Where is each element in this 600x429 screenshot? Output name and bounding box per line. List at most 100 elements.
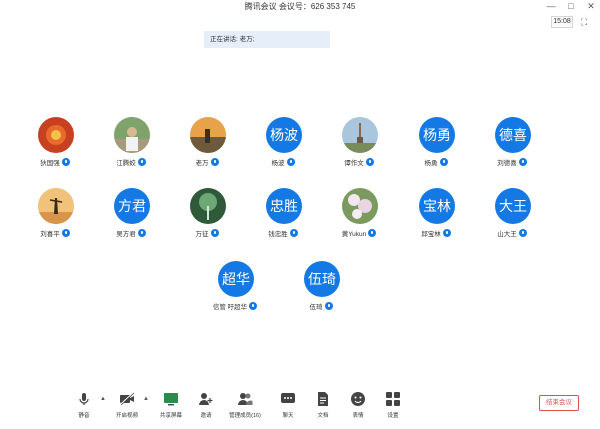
- participant-name: 杨波: [271, 160, 285, 167]
- maximize-icon[interactable]: □: [566, 0, 576, 13]
- participant-name-row: 信管 吁超华: [200, 301, 270, 311]
- avatar: 杨勇: [419, 117, 455, 153]
- participant-tile[interactable]: 万征: [172, 188, 242, 242]
- participant-tile[interactable]: 宝林 邱宝林: [401, 188, 471, 242]
- participant-tile[interactable]: 狄国强: [20, 117, 90, 171]
- microphone-icon: [249, 302, 258, 311]
- close-icon[interactable]: ✕: [586, 0, 596, 13]
- participant-tile[interactable]: 杨波 杨波: [248, 117, 318, 171]
- manage-members-button[interactable]: 管理成员(16): [225, 383, 265, 423]
- participant-tile[interactable]: 方君 吴方君: [96, 188, 166, 242]
- avatar: 杨波: [266, 117, 302, 153]
- invite-button[interactable]: 邀请: [186, 383, 226, 423]
- camera-off-icon: [119, 392, 135, 406]
- avatar-initials: 超华: [222, 272, 250, 288]
- participant-name-row: 老万: [172, 157, 242, 167]
- participant-tile[interactable]: 谭作文: [324, 117, 394, 171]
- avatar: 超华: [218, 261, 254, 297]
- avatar-initials: 方君: [118, 199, 146, 215]
- microphone-icon: [368, 229, 377, 238]
- participant-tile[interactable]: 超华 信管 吁超华: [200, 261, 270, 315]
- participant-name-row: 邱宝林: [401, 228, 471, 238]
- emoji-icon: [351, 392, 365, 406]
- participant-name: 江腾蛟: [116, 160, 136, 167]
- mute-options-chevron-icon[interactable]: ▲: [100, 396, 106, 402]
- participant-name: 万征: [195, 231, 209, 238]
- microphone-icon: [518, 158, 527, 167]
- settings-button[interactable]: 设置: [373, 383, 413, 423]
- chat-icon: [281, 393, 295, 403]
- participant-name-row: 钱忠胜: [248, 228, 318, 238]
- avatar-initials: 杨波: [270, 128, 298, 144]
- participant-name-row: 伍琦: [286, 301, 356, 311]
- participant-tile[interactable]: 刘喜平: [20, 188, 90, 242]
- meeting-clock: 15:08: [551, 16, 573, 28]
- microphone-icon: [210, 229, 219, 238]
- avatar: 宝林: [419, 188, 455, 224]
- avatar-photo: [114, 117, 150, 153]
- avatar-initials: 宝林: [423, 199, 451, 215]
- microphone-icon: [365, 158, 374, 167]
- video-button[interactable]: 开启视频: [107, 383, 147, 423]
- participant-tile[interactable]: 老万: [172, 117, 242, 171]
- avatar: [38, 117, 74, 153]
- participant-tile[interactable]: 忠胜 钱忠胜: [248, 188, 318, 242]
- participant-name-row: 杨勇: [401, 157, 471, 167]
- add-user-icon: [199, 393, 213, 405]
- share-screen-icon: [164, 393, 178, 406]
- title-bar: 腾讯会议 会议号：626 353 745 — □ ✕: [0, 0, 600, 14]
- participant-name: 吴方君: [116, 231, 136, 238]
- participant-tile[interactable]: 江腾蛟: [96, 117, 166, 171]
- participant-tile[interactable]: 杨勇 杨勇: [401, 117, 471, 171]
- window-controls: — □ ✕: [546, 0, 596, 13]
- avatar-initials: 忠胜: [270, 199, 298, 215]
- avatar: 德喜: [495, 117, 531, 153]
- avatar: [114, 117, 150, 153]
- avatar: 伍琦: [304, 261, 340, 297]
- avatar: [342, 117, 378, 153]
- window-title: 腾讯会议 会议号：626 353 745: [244, 2, 356, 11]
- microphone-icon: [210, 158, 219, 167]
- avatar-photo: [38, 188, 74, 224]
- chat-button[interactable]: 聊天: [268, 383, 308, 423]
- microphone-icon: [518, 229, 527, 238]
- end-meeting-button[interactable]: 结束会议: [539, 395, 579, 411]
- microphone-icon: [137, 229, 146, 238]
- participant-name: 伍琦: [309, 304, 323, 311]
- participant-name-row: 狄国强: [20, 157, 90, 167]
- avatar-initials: 德喜: [499, 128, 527, 144]
- participant-name: 谭作文: [344, 160, 364, 167]
- participant-name: 刘喜平: [40, 231, 60, 238]
- microphone-icon: [61, 158, 70, 167]
- avatar-photo: [342, 117, 378, 153]
- avatar-initials: 大王: [499, 199, 527, 215]
- video-options-chevron-icon[interactable]: ▲: [143, 396, 149, 402]
- participant-name-row: 江腾蛟: [96, 157, 166, 167]
- participant-tile[interactable]: 伍琦 伍琦: [286, 261, 356, 315]
- avatar-photo: [190, 117, 226, 153]
- avatar: 方君: [114, 188, 150, 224]
- minimize-icon[interactable]: —: [546, 0, 556, 13]
- avatar-photo: [342, 188, 378, 224]
- participant-tile[interactable]: 大王 山大王: [477, 188, 547, 242]
- avatar: [190, 117, 226, 153]
- microphone-icon: [439, 158, 448, 167]
- microphone-icon: [442, 229, 451, 238]
- participant-name: 黄Yukun: [341, 231, 367, 238]
- avatar-photo: [190, 188, 226, 224]
- participant-name: 钱忠胜: [268, 231, 288, 238]
- fullscreen-icon[interactable]: ⛶: [577, 16, 591, 28]
- participant-tile[interactable]: 黄Yukun: [324, 188, 394, 242]
- microphone-icon: [61, 229, 70, 238]
- participant-name-row: 吴方君: [96, 228, 166, 238]
- participant-name: 狄国强: [40, 160, 60, 167]
- documents-button[interactable]: 文档: [303, 383, 343, 423]
- participant-name-row: 刘喜平: [20, 228, 90, 238]
- mute-button[interactable]: 静音: [64, 383, 104, 423]
- emoji-button[interactable]: 表情: [338, 383, 378, 423]
- microphone-icon: [289, 229, 298, 238]
- participant-tile[interactable]: 德喜 刘德喜: [477, 117, 547, 171]
- share-screen-button[interactable]: 共享屏幕: [151, 383, 191, 423]
- microphone-icon: [79, 393, 89, 405]
- avatar-photo: [38, 117, 74, 153]
